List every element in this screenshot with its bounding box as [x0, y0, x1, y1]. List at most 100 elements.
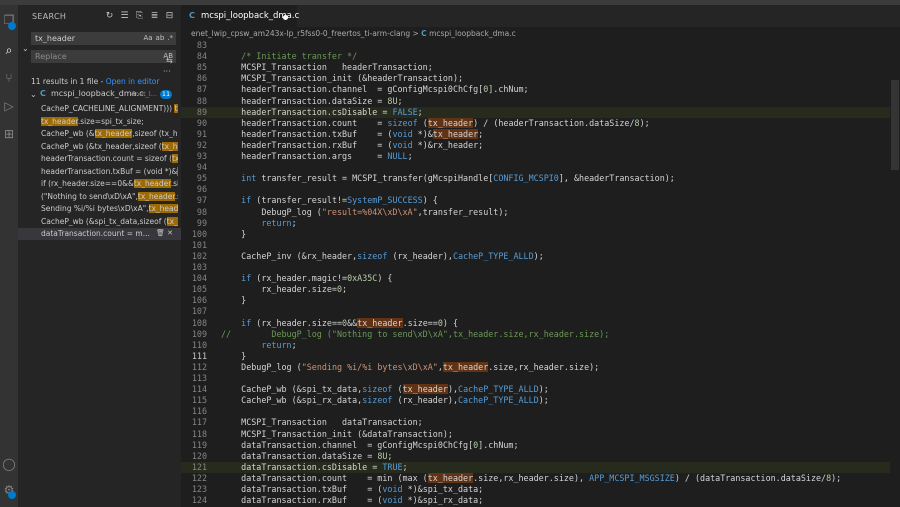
replace-input[interactable] [35, 51, 130, 62]
code-line[interactable]: 114 CacheP_wb (&spi_tx_data,sizeof (tx_h… [181, 384, 900, 395]
code-line[interactable]: 91 headerTransaction.txBuf = (void *)&tx… [181, 128, 900, 140]
search-match-row[interactable]: ("Nothing to send\xD\xA",tx_header.si... [18, 191, 181, 203]
code-line[interactable]: 86 MCSPI_Transaction_init (&headerTransa… [181, 73, 900, 84]
open-in-editor-link[interactable]: Open in editor [106, 77, 160, 86]
search-input-box: Aaab.* [31, 32, 176, 45]
code-line[interactable]: 118 MCSPI_Transaction_init (&dataTransac… [181, 429, 900, 440]
code-line[interactable]: 108 if (rx_header.size==0&&tx_header.siz… [181, 317, 900, 329]
sidebar-title: SEARCH [32, 12, 67, 21]
settings-badge [8, 491, 16, 499]
file-chevron-down-icon[interactable]: ⌄ [30, 90, 37, 99]
code-line[interactable]: 124 dataTransaction.rxBuf = (void *)&spi… [181, 495, 900, 506]
search-match-row[interactable]: tx_header.size=spi_tx_size; [18, 116, 181, 128]
code-line[interactable]: 107 [181, 306, 900, 317]
match-text: tx_header.size=spi_tx_size; [41, 116, 178, 126]
search-match-row[interactable]: headerTransaction.txBuf = (void *)&tx... [18, 166, 181, 178]
code-line[interactable]: 102 CacheP_inv (&rx_header,sizeof (rx_he… [181, 251, 900, 262]
match-highlight: tx_header [133, 179, 171, 188]
search-icon[interactable]: ⌕ [2, 43, 16, 57]
code-line[interactable]: 109 // DebugP_log ("Nothing to send\xD\xA… [181, 329, 900, 340]
code-text: } [221, 228, 247, 239]
search-match-row[interactable]: CacheP_CACHELINE_ALIGNMENT))) tx_... [18, 103, 181, 115]
code-line[interactable]: 123 dataTransaction.txBuf = (void *)&spi… [181, 484, 900, 495]
source-control-icon[interactable]: ⑂ [2, 71, 16, 85]
line-number: 86 [196, 73, 207, 84]
code-line[interactable]: 106 } [181, 295, 900, 306]
editor-scrollbar[interactable] [890, 40, 900, 507]
refresh-icon[interactable]: ↻ [102, 11, 117, 21]
code-line[interactable]: 116 [181, 406, 900, 417]
result-file-path: enet_l... [131, 90, 157, 98]
code-line[interactable]: 120 dataTransaction.dataSize = 8U; [181, 451, 900, 462]
tab-mcspi-loopback-dma[interactable]: C mcspi_loopback_dma.c [181, 5, 299, 28]
replace-input-box: AB [31, 50, 176, 63]
line-number: 110 [191, 339, 207, 350]
code-text: dataTransaction.rxBuf = (void *)&spi_rx_… [221, 495, 484, 506]
code-line[interactable]: 98 DebugP_log ("result=%04X\xD\xA",trans… [181, 207, 900, 218]
code-line[interactable]: 90 headerTransaction.count = sizeof (tx_… [181, 117, 900, 129]
code-line[interactable]: 101 [181, 240, 900, 251]
code-line[interactable]: 97 if (transfer_result!=SystemP_SUCCESS)… [181, 195, 900, 206]
code-line[interactable]: 103 [181, 262, 900, 273]
toggle-details-icon[interactable]: ··· [163, 67, 171, 76]
clear-results-icon[interactable]: ☰ [117, 11, 132, 21]
scroll-thumb[interactable] [891, 80, 899, 170]
code-line[interactable]: 84 /* Initiate transfer */ [181, 51, 900, 62]
dismiss-match-icons[interactable]: 🗑 ✕ [156, 229, 173, 237]
match-whole-word-toggle[interactable]: ab [156, 34, 165, 42]
extensions-icon[interactable]: ⊞ [2, 127, 16, 141]
code-line[interactable]: 93 headerTransaction.args = NULL; [181, 151, 900, 162]
search-input[interactable] [35, 33, 130, 44]
code-line[interactable]: 87 headerTransaction.channel = gConfigMc… [181, 84, 900, 95]
breadcrumb-file[interactable]: mcspi_loopback_dma.c [429, 29, 516, 38]
unsaved-dot-icon[interactable] [283, 15, 288, 20]
code-line[interactable]: 121 dataTransaction.csDisable = TRUE; [181, 461, 900, 473]
code-line[interactable]: 95 int transfer_result = MCSPI_transfer(… [181, 173, 900, 184]
match-highlight: tx_... [174, 104, 178, 113]
search-match-row[interactable]: CacheP_wb (&tx_header,sizeof (tx_he... [18, 128, 181, 140]
line-number: 113 [191, 373, 207, 383]
code-line[interactable]: 104 if (rx_header.magic!=0xA35C) { [181, 273, 900, 284]
code-line[interactable]: 122 dataTransaction.count = min (max (tx… [181, 472, 900, 484]
code-line[interactable]: 100 } [181, 229, 900, 240]
code-line[interactable]: 115 CacheP_wb (&spi_rx_data,sizeof (rx_h… [181, 395, 900, 406]
code-line[interactable]: 96 [181, 184, 900, 195]
code-line[interactable]: 83 [181, 40, 900, 51]
code-line[interactable]: 112 DebugP_log ("Sending %i/%i bytes\xD\… [181, 361, 900, 373]
code-line[interactable]: 119 dataTransaction.channel = gConfigMcs… [181, 440, 900, 451]
toggle-replace-chevron-icon[interactable]: ⌄ [22, 44, 29, 53]
collapse-all-icon[interactable]: ⊟ [162, 11, 177, 21]
use-regex-toggle[interactable]: .* [167, 34, 173, 42]
new-search-editor-icon[interactable]: ⎘ [132, 11, 147, 21]
match-case-toggle[interactable]: Aa [143, 34, 152, 42]
code-line[interactable]: 89 headerTransaction.csDisable = FALSE; [181, 106, 900, 118]
result-file-row[interactable]: ⌄ C mcspi_loopback_dma.c enet_l... 11 [18, 89, 181, 103]
search-match-row[interactable]: CacheP_wb (&tx_header,sizeof (tx_he... [18, 141, 181, 153]
line-number: 116 [191, 406, 207, 417]
search-match-row[interactable]: dataTransaction.count = m... 🗑 ✕ [18, 228, 181, 240]
code-line[interactable]: 94 [181, 162, 900, 173]
line-number: 122 [191, 472, 207, 483]
code-line[interactable]: 99 return; [181, 218, 900, 229]
search-match-row[interactable]: if (rx_header.size==0&&tx_header.size... [18, 178, 181, 190]
line-number: 96 [196, 184, 207, 195]
account-icon[interactable]: ◯ [2, 457, 16, 471]
replace-all-icon[interactable]: ⇆ [166, 56, 173, 65]
code-line[interactable]: 85 MCSPI_Transaction headerTransaction; [181, 62, 900, 73]
view-as-tree-icon[interactable]: ≣ [147, 11, 162, 21]
code-line[interactable]: 117 MCSPI_Transaction dataTransaction; [181, 417, 900, 428]
code-line[interactable]: 110 return; [181, 340, 900, 351]
run-debug-icon[interactable]: ▷ [2, 99, 16, 113]
breadcrumb-folder[interactable]: enet_lwip_cpsw_am243x-lp_r5fss0-0_freert… [191, 29, 410, 38]
code-line[interactable]: 113 [181, 373, 900, 384]
search-match-row[interactable]: CacheP_wb (&spi_tx_data,sizeof (tx_h... [18, 216, 181, 228]
search-match-row[interactable]: headerTransaction.count = sizeof (tx_... [18, 153, 181, 165]
c-file-icon: C [40, 89, 46, 98]
code-line[interactable]: 92 headerTransaction.rxBuf = (void *)&rx… [181, 140, 900, 151]
code-line[interactable]: 88 headerTransaction.dataSize = 8U; [181, 96, 900, 107]
code-line[interactable]: 105 rx_header.size=0; [181, 284, 900, 295]
search-match-row[interactable]: Sending %i/%i bytes\xD\xA",tx_heade... [18, 203, 181, 215]
code-line[interactable]: 111 } [181, 351, 900, 362]
code-text: rx_header.size=0; [221, 284, 348, 295]
search-toolbar: ↻ ☰ ⎘ ≣ ⊟ [102, 11, 177, 21]
